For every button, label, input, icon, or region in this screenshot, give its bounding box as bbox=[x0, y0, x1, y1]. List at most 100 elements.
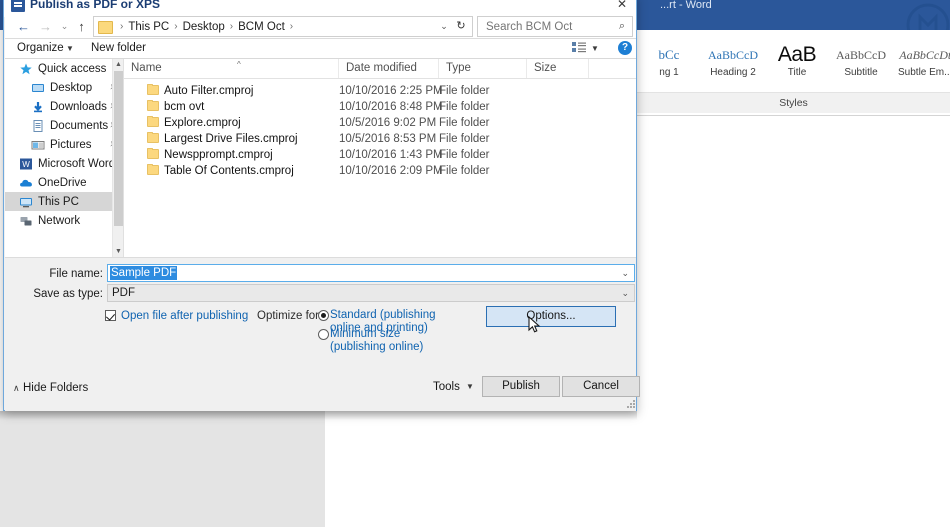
sidebar-item-quick-access[interactable]: Quick access bbox=[5, 59, 123, 78]
new-folder-button[interactable]: New folder bbox=[91, 40, 146, 57]
file-date-cell: 10/5/2016 8:53 PM bbox=[339, 133, 437, 145]
column-header-type[interactable]: Type bbox=[439, 59, 527, 78]
table-row[interactable]: bcm ovt 10/10/2016 8:48 PM File folder bbox=[124, 99, 636, 115]
save-as-type-select[interactable]: PDF ⌄ bbox=[107, 284, 635, 302]
cancel-button[interactable]: Cancel bbox=[562, 376, 640, 397]
breadcrumb-item-bcm-oct[interactable]: BCM Oct bbox=[237, 21, 286, 33]
styles-gallery[interactable]: bCc ng 1 AaBbCcD Heading 2 AaB Title AaBbCcD Su… bbox=[637, 33, 950, 91]
address-chevron-down-icon[interactable]: ⌄ bbox=[438, 20, 450, 33]
forward-button[interactable]: → bbox=[37, 18, 54, 35]
style-preview-text: AaBbCcD bbox=[708, 48, 758, 62]
address-bar[interactable]: › This PC › Desktop › BCM Oct › ⌄ ↻ bbox=[93, 16, 473, 37]
sidebar-item-label: Downloads bbox=[50, 100, 107, 113]
radio-minimum-line2: (publishing online) bbox=[330, 341, 424, 353]
sidebar-item-desktop[interactable]: Desktop bbox=[5, 78, 123, 97]
style-item-subtle-em[interactable]: AaBbCcDt Subtle Em... bbox=[893, 33, 950, 91]
organize-button[interactable]: Organize bbox=[17, 40, 64, 57]
view-chevron-down-icon[interactable]: ▼ bbox=[591, 40, 599, 57]
file-type-cell: File folder bbox=[439, 117, 490, 129]
onedrive-icon bbox=[19, 176, 33, 190]
radio-minimum-size-label[interactable]: Minimum size (publishing online) bbox=[330, 328, 423, 354]
folder-icon bbox=[98, 21, 113, 34]
dialog-form-area: File name: Sample PDF ⌄ Save as type: PD… bbox=[5, 257, 640, 411]
breadcrumb-separator: › bbox=[229, 21, 234, 32]
hide-folders-chevron-up-icon[interactable]: ∧ bbox=[13, 380, 20, 396]
table-row[interactable]: Explore.cmproj 10/5/2016 9:02 PM File fold… bbox=[124, 115, 636, 131]
change-view-icon[interactable] bbox=[572, 42, 586, 54]
up-one-level-button[interactable]: ↑ bbox=[73, 18, 90, 35]
table-row[interactable]: Auto Filter.cmproj 10/10/2016 2:25 PM File… bbox=[124, 83, 636, 99]
dialog-toolbar: Organize ▼ New folder ▼ ? bbox=[5, 39, 636, 59]
refresh-icon[interactable]: ↻ bbox=[454, 19, 468, 34]
style-name-label: Title bbox=[787, 67, 807, 78]
open-file-after-publishing-label: Open file after publishing bbox=[121, 310, 249, 322]
style-name-label: Subtitle bbox=[844, 67, 878, 78]
recent-locations-chevron-down-icon[interactable]: ⌄ bbox=[56, 18, 73, 35]
search-box[interactable]: ⌕ bbox=[477, 16, 633, 38]
star-icon bbox=[19, 62, 33, 76]
folder-icon bbox=[147, 100, 159, 111]
file-type-cell: File folder bbox=[439, 85, 490, 97]
radio-standard[interactable] bbox=[318, 310, 329, 321]
style-item-subtitle[interactable]: AaBbCcD Subtitle bbox=[829, 33, 893, 91]
folder-icon bbox=[147, 84, 159, 95]
pictures-icon bbox=[31, 138, 45, 152]
style-item-heading-2[interactable]: AaBbCcD Heading 2 bbox=[701, 33, 765, 91]
sidebar-item-label: Documents bbox=[50, 119, 109, 132]
style-item-title[interactable]: AaB Title bbox=[765, 33, 829, 91]
sidebar-item-pictures[interactable]: Pictures bbox=[5, 135, 123, 154]
file-name-cell: Largest Drive Files.cmproj bbox=[164, 133, 298, 145]
tools-button[interactable]: Tools bbox=[433, 377, 460, 397]
help-icon[interactable]: ? bbox=[618, 41, 632, 55]
scrollbar-thumb[interactable] bbox=[114, 71, 123, 226]
breadcrumb[interactable]: › This PC › Desktop › BCM Oct › bbox=[116, 17, 297, 36]
column-header-date-modified[interactable]: Date modified bbox=[339, 59, 439, 78]
file-date-cell: 10/10/2016 1:43 PM bbox=[339, 149, 443, 161]
file-name-chevron-down-icon[interactable]: ⌄ bbox=[621, 268, 629, 279]
radio-minimum-size[interactable] bbox=[318, 329, 329, 340]
save-as-type-chevron-down-icon[interactable]: ⌄ bbox=[621, 288, 629, 299]
save-as-type-label: Save as type: bbox=[33, 288, 103, 300]
style-preview-text: AaB bbox=[777, 43, 817, 66]
sidebar-item-network[interactable]: Network bbox=[5, 211, 123, 230]
search-input[interactable] bbox=[484, 17, 613, 38]
dialog-close-icon[interactable]: ✕ bbox=[609, 0, 635, 13]
style-preview-text: AaBbCcD bbox=[836, 48, 886, 62]
sidebar-item-documents[interactable]: Documents bbox=[5, 116, 123, 135]
tools-chevron-down-icon[interactable]: ▼ bbox=[466, 377, 474, 397]
file-date-cell: 10/5/2016 9:02 PM bbox=[339, 117, 437, 129]
navigation-pane: Quick access Desktop Downloads Documents Pic… bbox=[5, 59, 123, 257]
publish-button[interactable]: Publish bbox=[482, 376, 560, 397]
column-header-name[interactable]: Name bbox=[124, 59, 339, 78]
table-row[interactable]: Newspprompt.cmproj 10/10/2016 1:43 PM File… bbox=[124, 147, 636, 163]
file-date-cell: 10/10/2016 2:25 PM bbox=[339, 85, 443, 97]
folder-icon bbox=[147, 148, 159, 159]
sidebar-item-downloads[interactable]: Downloads bbox=[5, 97, 123, 116]
style-item-ng-1[interactable]: bCc ng 1 bbox=[637, 33, 701, 91]
document-page bbox=[325, 411, 637, 527]
word-ribbon-styles-group: bCc ng 1 AaBbCcD Heading 2 AaB Title AaBbCcD Su… bbox=[637, 30, 950, 116]
sidebar-item-label: Microsoft Word bbox=[38, 157, 116, 170]
sidebar-item-label: This PC bbox=[38, 195, 79, 208]
column-header-blank bbox=[589, 59, 636, 78]
folder-icon bbox=[147, 116, 159, 127]
file-name-input[interactable]: Sample PDF ⌄ bbox=[107, 264, 635, 282]
publish-as-pdf-dialog: Publish as PDF or XPS ✕ ← → ⌄ ↑ › This PC… bbox=[3, 0, 640, 411]
word-document-title: ...rt - Word bbox=[660, 0, 712, 11]
hide-folders-button[interactable]: Hide Folders bbox=[23, 380, 88, 396]
back-button[interactable]: ← bbox=[15, 18, 32, 35]
breadcrumb-item-this-pc[interactable]: This PC bbox=[127, 21, 170, 33]
breadcrumb-item-desktop[interactable]: Desktop bbox=[182, 21, 226, 33]
column-header-size[interactable]: Size bbox=[527, 59, 589, 78]
options-button[interactable]: Options... bbox=[486, 306, 616, 327]
sidebar-item-this-pc[interactable]: This PC bbox=[5, 192, 123, 211]
checkbox-icon[interactable] bbox=[105, 310, 116, 321]
save-as-type-value: PDF bbox=[112, 287, 135, 299]
table-row[interactable]: Table Of Contents.cmproj 10/10/2016 2:09 … bbox=[124, 163, 636, 179]
sidebar-item-microsoft-word[interactable]: W Microsoft Word bbox=[5, 154, 123, 173]
resize-grip-icon[interactable] bbox=[627, 400, 636, 409]
organize-chevron-down-icon[interactable]: ▼ bbox=[66, 40, 74, 57]
word-app-icon bbox=[11, 0, 25, 12]
sidebar-item-onedrive[interactable]: OneDrive bbox=[5, 173, 123, 192]
table-row[interactable]: Largest Drive Files.cmproj 10/5/2016 8:53… bbox=[124, 131, 636, 147]
